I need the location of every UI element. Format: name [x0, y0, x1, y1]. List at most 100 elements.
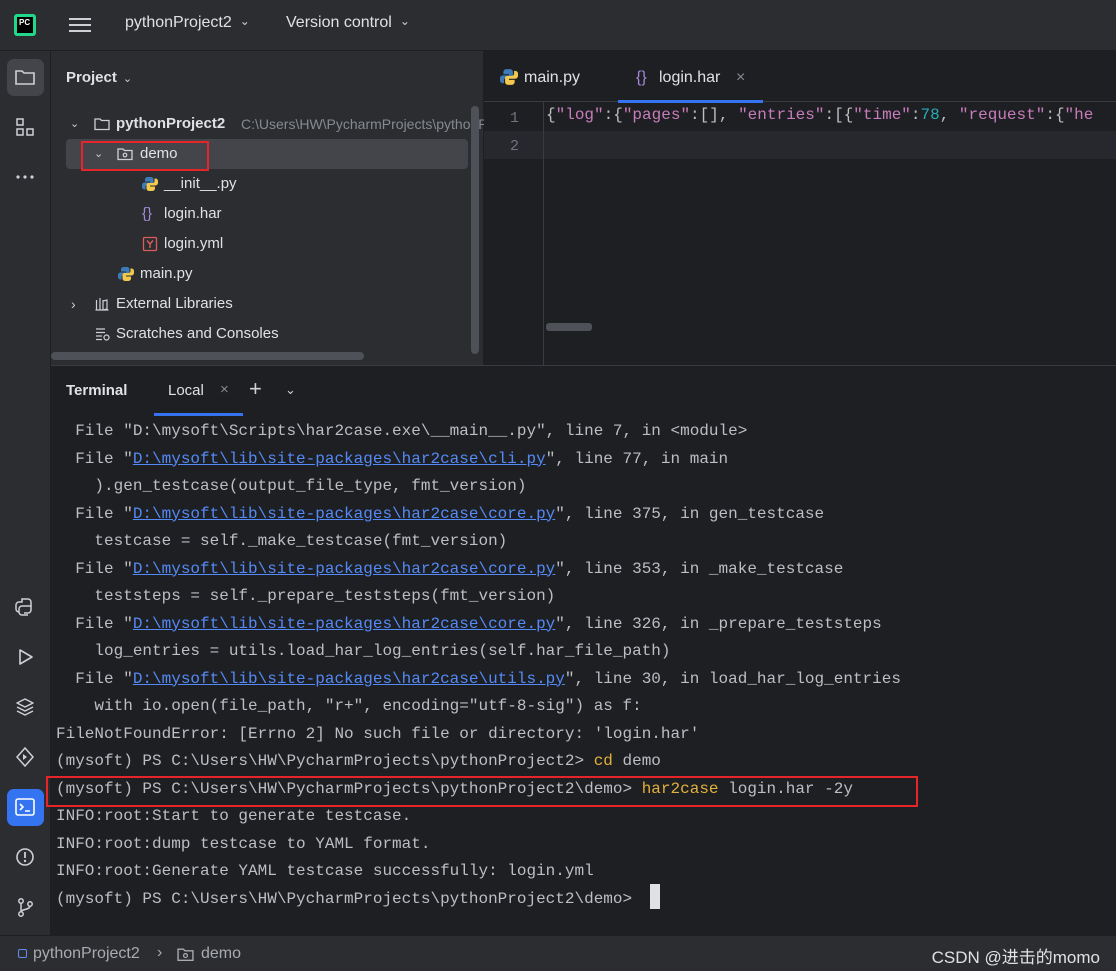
more-icon: [16, 175, 34, 179]
file-link[interactable]: D:\mysoft\lib\site-packages\har2case\cor…: [133, 560, 555, 578]
tab-login-har-label: login.har: [659, 69, 721, 86]
project-switcher-label: pythonProject2: [125, 14, 232, 31]
file-link[interactable]: D:\mysoft\lib\site-packages\har2case\uti…: [133, 670, 565, 688]
tree-item-external-libraries[interactable]: › External Libraries: [51, 289, 484, 319]
file-link[interactable]: D:\mysoft\lib\site-packages\har2case\cor…: [133, 615, 555, 633]
tree-item-login-yml[interactable]: login.yml: [51, 229, 484, 259]
terminal-panel: Terminal Local × + ⌄ File "D:\mysoft\Scr…: [46, 365, 1116, 935]
chevron-down-icon[interactable]: ⌄: [70, 109, 79, 139]
pycharm-logo-icon[interactable]: PC: [14, 14, 36, 36]
package-folder-icon: [177, 948, 194, 962]
run-icon: [19, 649, 33, 665]
chevron-down-icon: ⌄: [399, 14, 410, 28]
folder-icon: [15, 70, 35, 85]
project-view-selector[interactable]: Project ⌄: [66, 69, 132, 86]
project-switcher[interactable]: pythonProject2 ⌄: [125, 14, 250, 32]
editor-tab-bar: main.py {} login.har ×: [484, 51, 1116, 104]
terminal-prompt-line[interactable]: (mysoft) PS C:\Users\HW\PycharmProjects\…: [56, 883, 660, 913]
terminal-line: File "D:\mysoft\lib\site-packages\har2ca…: [56, 559, 844, 578]
terminal-tool-button[interactable]: [7, 789, 44, 826]
line-number: 1: [509, 110, 519, 127]
horizontal-scrollbar[interactable]: [51, 352, 364, 360]
external-libraries-label: External Libraries: [116, 295, 233, 312]
tab-local[interactable]: Local ×: [154, 366, 243, 416]
terminal-line: with io.open(file_path, "r+", encoding="…: [56, 697, 642, 715]
yml-file-label: login.yml: [164, 235, 224, 252]
terminal-line: File "D:\mysoft\lib\site-packages\har2ca…: [56, 504, 825, 523]
project-tool-button[interactable]: [7, 59, 44, 96]
git-branch-icon: [18, 898, 33, 917]
tab-main-py[interactable]: main.py: [498, 51, 608, 102]
chevron-down-icon[interactable]: ⌄: [285, 382, 296, 398]
version-control-label: Version control: [286, 14, 392, 31]
terminal-line: INFO:root:Generate YAML testcase success…: [56, 862, 594, 880]
services-button[interactable]: [7, 739, 44, 776]
python-file-icon: [500, 69, 518, 85]
current-line-highlight: [484, 131, 1116, 159]
editor-horizontal-scrollbar[interactable]: [546, 323, 592, 331]
terminal-line: testcase = self._make_testcase(fmt_versi…: [56, 532, 508, 550]
line-number: 2: [509, 138, 519, 155]
tree-item-login-har[interactable]: {} login.har: [51, 199, 484, 229]
code-line[interactable]: {"log":{"pages":[], "entries":[{"time":7…: [546, 106, 1093, 124]
tab-local-label: Local: [168, 382, 204, 399]
terminal-line: ).gen_testcase(output_file_type, fmt_ver…: [56, 477, 527, 495]
more-tools-button[interactable]: [7, 159, 44, 196]
problems-button[interactable]: [7, 839, 44, 876]
python-file-icon: [118, 267, 134, 281]
project-panel: Project ⌄ ⌄ pythonProject2 C:\Users\HW\Py…: [51, 51, 530, 365]
python-console-icon: [15, 598, 32, 616]
watermark-text: CSDN @进击的momo: [931, 948, 1100, 967]
python-file-icon: [142, 177, 158, 191]
python-console-button[interactable]: [7, 589, 44, 626]
terminal-line: File "D:\mysoft\lib\site-packages\har2ca…: [56, 669, 901, 688]
structure-tool-button[interactable]: [7, 109, 44, 146]
text-cursor: [649, 883, 660, 909]
module-icon: [18, 949, 27, 958]
init-file-label: __init__.py: [164, 175, 237, 192]
annotation-highlight-box: [46, 776, 918, 807]
terminal-line: INFO:root:dump testcase to YAML format.: [56, 834, 431, 853]
terminal-line: File "D:\mysoft\lib\site-packages\har2ca…: [56, 449, 729, 468]
terminal-line: INFO:root:Start to generate testcase.: [56, 807, 412, 825]
file-link[interactable]: D:\mysoft\lib\site-packages\har2case\cor…: [133, 505, 555, 523]
run-button[interactable]: [7, 639, 44, 676]
tree-item-root[interactable]: ⌄ pythonProject2 C:\Users\HW\PycharmProj…: [51, 109, 530, 139]
title-bar: PC pythonProject2 ⌄ Version control ⌄: [0, 0, 1116, 51]
file-link[interactable]: D:\mysoft\lib\site-packages\har2case\cli…: [133, 450, 546, 468]
terminal-line: (mysoft) PS C:\Users\HW\PycharmProjects\…: [56, 752, 661, 770]
python-packages-button[interactable]: [7, 689, 44, 726]
tree-item-main-py[interactable]: main.py: [51, 259, 484, 289]
vertical-scrollbar[interactable]: [471, 106, 479, 354]
problems-icon: [16, 848, 34, 866]
terminal-icon: [15, 798, 35, 816]
chevron-down-icon: ⌄: [239, 14, 250, 28]
har-file-label: login.har: [164, 205, 222, 222]
tree-item-scratches[interactable]: Scratches and Consoles: [51, 319, 484, 349]
tool-window-strip: [0, 51, 51, 935]
breadcrumb-project[interactable]: pythonProject2: [33, 945, 140, 963]
git-button[interactable]: [7, 889, 44, 926]
terminal-line: File "D:\mysoft\Scripts\har2case.exe\__m…: [56, 422, 748, 440]
library-icon: [95, 298, 109, 311]
new-tab-plus-icon[interactable]: +: [249, 376, 262, 402]
close-icon[interactable]: ×: [220, 381, 229, 398]
chevron-down-icon: ⌄: [122, 73, 133, 85]
layers-icon: [16, 698, 34, 716]
breadcrumb-separator: ›: [157, 944, 163, 961]
close-icon[interactable]: ×: [736, 51, 745, 104]
terminal-title: Terminal: [66, 382, 128, 399]
main-menu-icon[interactable]: [68, 15, 92, 35]
terminal-line: FileNotFoundError: [Errno 2] No such fil…: [56, 724, 700, 743]
services-icon: [15, 746, 35, 768]
tree-item-init-py[interactable]: __init__.py: [51, 169, 484, 199]
main-file-label: main.py: [140, 265, 193, 282]
breadcrumb-demo[interactable]: demo: [201, 945, 241, 963]
chevron-right-icon[interactable]: ›: [71, 289, 76, 319]
editor-area: main.py {} login.har × 1 2 {"log":{"page…: [484, 51, 1116, 365]
version-control-menu[interactable]: Version control ⌄: [286, 14, 410, 32]
root-project-name: pythonProject2: [116, 115, 226, 132]
terminal-line: teststeps = self._prepare_teststeps(fmt_…: [56, 587, 556, 605]
tab-login-har[interactable]: {} login.har ×: [618, 51, 763, 104]
annotation-highlight-box: [81, 141, 209, 171]
